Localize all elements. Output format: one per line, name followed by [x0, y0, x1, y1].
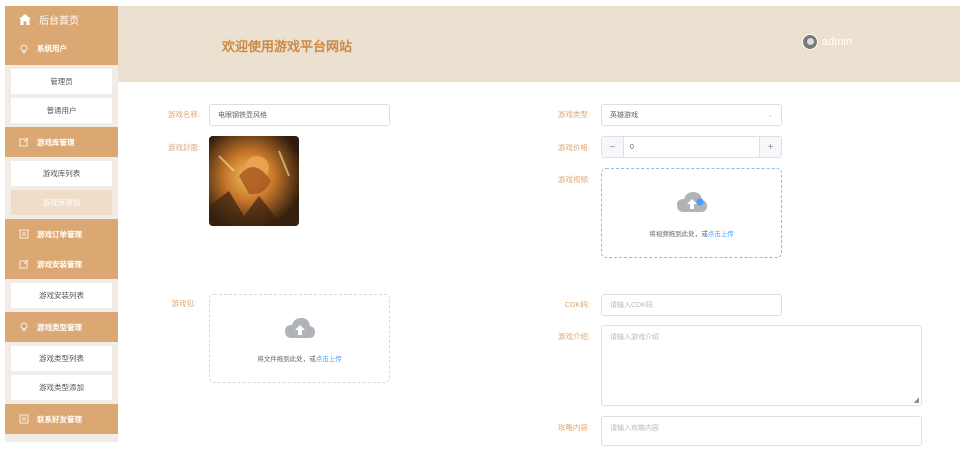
package-upload-dropzone[interactable]: 将文件拖到此处，或点击上传 [209, 294, 390, 383]
cdk-label: CDK码: [564, 300, 590, 309]
sidebar-item-label: 游戏库列表 [42, 169, 81, 178]
sidebar-item-normal-user[interactable]: 普通用户 [11, 98, 112, 123]
sidebar-item-label: 游戏类型列表 [39, 354, 84, 363]
guide-label: 攻略内容: [557, 423, 590, 432]
sidebar-home[interactable]: 后台首页 [5, 6, 118, 32]
game-type-label: 游戏类型: [557, 110, 590, 119]
cdk-placeholder: 请输入CDK码 [610, 302, 653, 309]
sidebar-item-install-list[interactable]: 游戏安装列表 [11, 283, 112, 308]
game-intro-textarea[interactable]: 请输入游戏介绍 ◢ [601, 325, 922, 406]
lightbulb-icon [20, 44, 28, 53]
sidebar-item-admin[interactable]: 管理员 [11, 69, 112, 94]
sidebar-group-contact[interactable]: 联系好友管理 [5, 404, 118, 434]
sidebar-item-library-list[interactable]: 游戏库列表 [11, 161, 112, 186]
user-menu[interactable]: admin [802, 34, 852, 50]
sidebar-group-system-users[interactable]: 系统用户 [5, 32, 118, 65]
list-icon [19, 229, 29, 239]
home-icon [19, 13, 31, 25]
upload-hint: 将文件拖到此处，或 [257, 356, 316, 363]
game-name-label: 游戏名称: [167, 110, 200, 119]
list-icon [19, 414, 29, 424]
chevron-down-icon: ⌄ [767, 112, 773, 119]
sidebar-group-label: 系统用户 [37, 44, 67, 53]
video-upload-text: 将视频拖到此处，或点击上传 [602, 228, 781, 238]
sidebar-item-type-list[interactable]: 游戏类型列表 [11, 346, 112, 371]
package-upload-text: 将文件拖到此处，或点击上传 [210, 353, 389, 363]
price-decrease-button[interactable]: − [602, 137, 624, 157]
game-package-label: 游戏包: [171, 299, 196, 308]
sidebar-group-game-library[interactable]: 游戏库管理 [5, 127, 118, 157]
game-cover-image[interactable] [209, 136, 299, 226]
game-name-input[interactable]: 电眼钢铁壶风格 [209, 104, 390, 126]
sidebar-item-label: 管理员 [50, 77, 73, 86]
game-cover-artwork [209, 136, 299, 226]
sidebar-group-label: 游戏订单管理 [37, 229, 82, 239]
edit-icon [19, 137, 29, 147]
lightbulb-icon [20, 322, 28, 331]
cloud-upload-icon [676, 192, 707, 212]
video-upload-dropzone[interactable]: 将视频拖到此处，或点击上传 [601, 168, 782, 258]
video-upload-link[interactable]: 点击上传 [708, 231, 734, 238]
guide-textarea[interactable]: 请输入攻略内容 [601, 416, 922, 446]
game-cover-label: 游戏封面: [167, 143, 200, 152]
sidebar-item-library-add[interactable]: 游戏库添加 [11, 190, 112, 215]
intro-placeholder: 请输入游戏介绍 [610, 334, 659, 341]
price-increase-button[interactable]: + [759, 137, 781, 157]
edit-icon [19, 259, 29, 269]
sidebar-group-label: 游戏库管理 [37, 137, 75, 147]
sidebar-home-label: 后台首页 [39, 15, 79, 27]
resize-handle-icon[interactable]: ◢ [914, 396, 919, 404]
sidebar-group-label: 联系好友管理 [37, 414, 82, 424]
game-price-label: 游戏价格: [557, 143, 590, 152]
sidebar-group-game-orders[interactable]: 游戏订单管理 [5, 219, 118, 249]
sidebar-group-game-install[interactable]: 游戏安装管理 [5, 249, 118, 279]
sidebar: 后台首页 系统用户 管理员 普通用户 游戏库管理 游戏库列表 游戏库添加 游戏订… [5, 6, 118, 442]
cdk-input[interactable]: 请输入CDK码 [601, 294, 782, 316]
avatar [802, 34, 818, 50]
cloud-upload-icon [284, 318, 315, 338]
game-price-stepper[interactable]: − 0 + [601, 136, 782, 158]
sidebar-item-label: 游戏库添加 [42, 198, 81, 207]
game-video-label: 游戏视频: [557, 175, 590, 184]
game-price-value: 0 [630, 143, 634, 151]
guide-placeholder: 请输入攻略内容 [610, 425, 659, 432]
top-header: 欢迎使用游戏平台网站 admin [118, 6, 960, 82]
package-upload-link[interactable]: 点击上传 [316, 356, 342, 363]
sidebar-item-type-add[interactable]: 游戏类型添加 [11, 375, 112, 400]
upload-hint: 将视频拖到此处，或 [649, 231, 708, 238]
game-intro-label: 游戏介绍: [557, 332, 590, 341]
sidebar-group-game-types[interactable]: 游戏类型管理 [5, 312, 118, 342]
sidebar-group-label: 游戏安装管理 [37, 259, 82, 269]
page-title: 欢迎使用游戏平台网站 [222, 39, 353, 54]
sidebar-item-label: 普通用户 [46, 106, 77, 115]
game-name-value: 电眼钢铁壶风格 [218, 112, 267, 119]
game-type-select[interactable]: 英雄游戏 ⌄ [601, 104, 782, 126]
game-type-value: 英雄游戏 [610, 112, 638, 119]
sidebar-item-label: 游戏类型添加 [39, 383, 84, 392]
sidebar-group-label: 游戏类型管理 [37, 322, 82, 332]
sidebar-item-label: 游戏安装列表 [39, 291, 84, 300]
username: admin [822, 36, 852, 48]
